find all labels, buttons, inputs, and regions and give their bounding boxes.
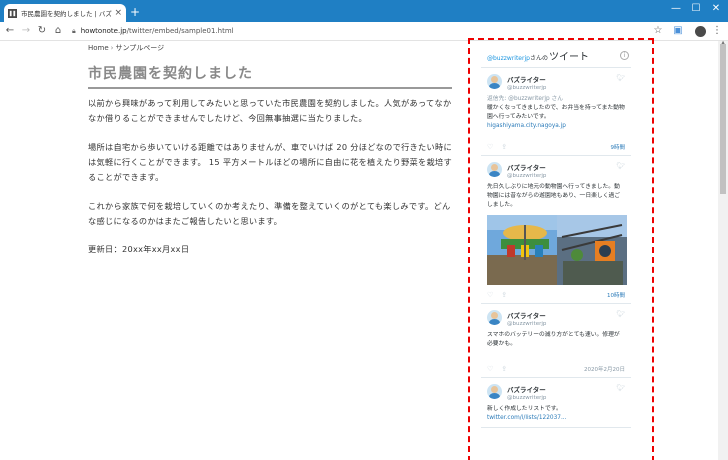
browser-tab[interactable]: 市民農園を契約しました | バズブログ × bbox=[4, 4, 126, 22]
menu-kebab-icon[interactable]: ⋮ bbox=[710, 24, 724, 38]
article-paragraph: 場所は自宅から歩いていける距離ではありませんが、車でいけば 20 分ほどなので行… bbox=[88, 142, 452, 182]
breadcrumb: Home › サンプルページ bbox=[88, 43, 164, 53]
breadcrumb-separator: › bbox=[110, 44, 114, 52]
new-tab-icon[interactable]: + bbox=[130, 5, 140, 19]
minimize-icon[interactable]: — bbox=[666, 2, 686, 16]
browser-titlebar: 市民農園を契約しました | バズブログ × + — ☐ ✕ bbox=[0, 0, 728, 22]
breadcrumb-home[interactable]: Home bbox=[88, 44, 109, 52]
profile-avatar-icon[interactable] bbox=[695, 26, 706, 37]
page-scrollbar[interactable]: ▲ bbox=[718, 40, 728, 460]
breadcrumb-current: サンプルページ bbox=[115, 44, 165, 52]
tab-title: 市民農園を契約しました | バズブログ bbox=[21, 10, 112, 18]
back-icon[interactable]: ← bbox=[3, 24, 17, 38]
close-window-icon[interactable]: ✕ bbox=[706, 2, 726, 16]
scrollbar-thumb[interactable] bbox=[720, 44, 726, 194]
reload-icon[interactable]: ↻ bbox=[35, 24, 49, 38]
forward-icon[interactable]: → bbox=[19, 24, 33, 38]
tab-close-icon[interactable]: × bbox=[114, 8, 122, 18]
lock-icon: 🔒︎ bbox=[72, 27, 76, 35]
url-host: howtonote.jp bbox=[80, 27, 127, 35]
highlight-outline bbox=[468, 38, 654, 460]
updated-date: 更新日：20xx年xx月xx日 bbox=[88, 244, 190, 254]
address-bar[interactable]: 🔒︎ howtonote.jp/twitter/embed/sample01.h… bbox=[72, 25, 234, 37]
article-paragraph: 以前から興味があって利用してみたいと思っていた市民農園を契約しました。人気があっ… bbox=[88, 98, 452, 123]
home-icon[interactable]: ⌂ bbox=[51, 24, 65, 38]
page-title: 市民農園を契約しました bbox=[88, 63, 452, 89]
extension-icon[interactable]: ▣ bbox=[671, 24, 685, 38]
url-path: /twitter/embed/sample01.html bbox=[126, 27, 234, 35]
site-favicon-icon bbox=[8, 8, 17, 18]
bookmark-star-icon[interactable]: ☆ bbox=[651, 24, 665, 38]
article-paragraph: これから家族で何を栽培していくのか考えたり、準備を整えていくのがとても楽しみです… bbox=[88, 201, 451, 226]
maximize-icon[interactable]: ☐ bbox=[686, 2, 706, 16]
